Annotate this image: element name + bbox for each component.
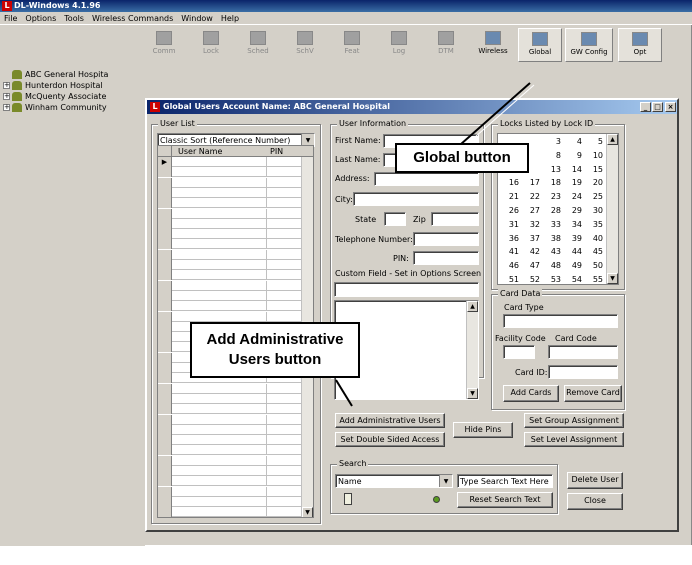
admin-users-callout-line2: Users button [228, 351, 322, 368]
global-callout-arrow [451, 82, 531, 153]
admin-users-callout: Add Administrative Users button [190, 322, 360, 378]
global-button-callout-text: Global button [413, 149, 511, 166]
global-callout-arrow-highlight [457, 84, 535, 153]
admin-users-callout-line1: Add Administrative [206, 331, 344, 348]
global-button-callout: Global button [395, 143, 529, 173]
admin-callout-arrow [335, 379, 353, 407]
callout-arrows [335, 82, 535, 407]
